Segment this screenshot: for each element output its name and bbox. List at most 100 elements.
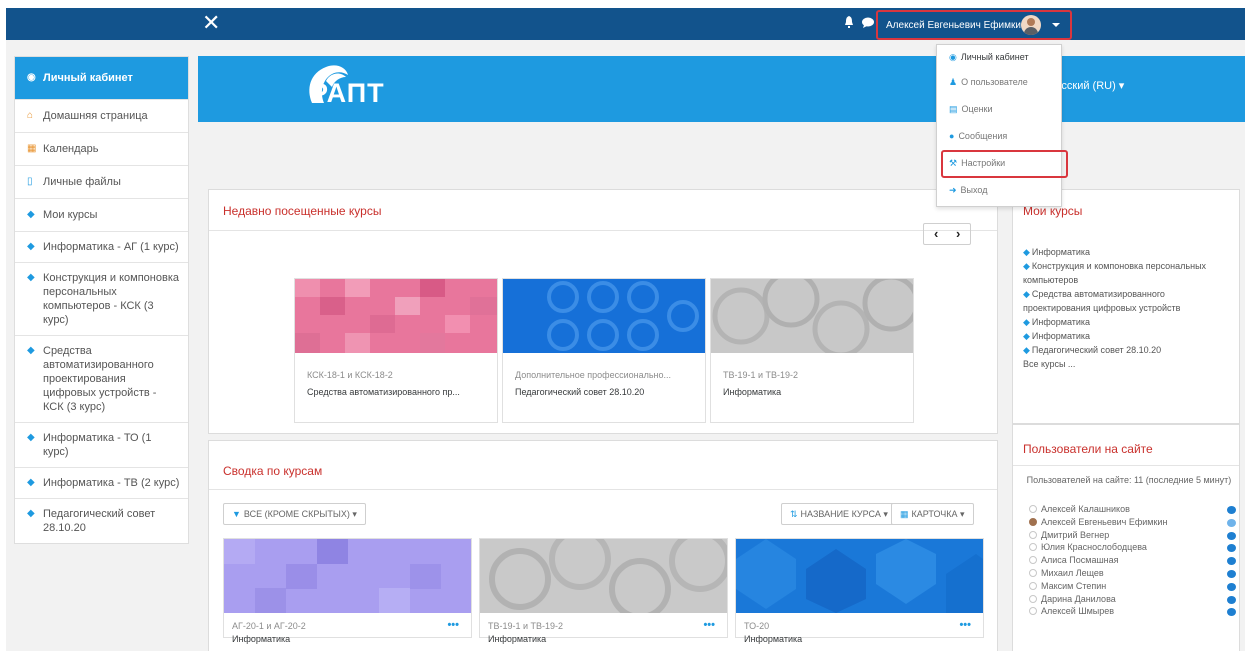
view-dropdown[interactable]: ▦ КАРТОЧКА ▾ xyxy=(891,503,974,525)
user-menu-toggle[interactable]: Алексей Евгеньевич Ефимкин xyxy=(876,10,1072,40)
sidebar-item-home[interactable]: ⌂ Домашняя страница xyxy=(15,100,188,133)
sort-dropdown[interactable]: ⇅ НАЗВАНИЕ КУРСА ▾ xyxy=(781,503,897,525)
my-courses-block: Мои курсы ◆ Информатика ◆ Конструкция и ко… xyxy=(1012,189,1240,424)
chat-icon: ● xyxy=(949,131,955,141)
sidebar-item-course[interactable]: ◆ Информатика - АГ (1 курс) xyxy=(15,232,188,263)
course-card[interactable]: ТО-20 Информатика ••• xyxy=(735,538,984,644)
menu-item-messages[interactable]: ● Сообщения xyxy=(949,131,1007,141)
message-icon[interactable] xyxy=(1227,569,1236,578)
bell-icon[interactable] xyxy=(844,16,854,29)
course-category: ТО-20 xyxy=(744,621,770,631)
online-users-list: Алексей Калашников Алексей Евгеньевич Еф… xyxy=(1029,504,1241,619)
menu-item-dashboard[interactable]: ◉ Личный кабинет xyxy=(949,52,1029,63)
online-users-block: Пользователи на сайте Пользователей на с… xyxy=(1012,424,1240,651)
course-name[interactable]: Педагогический совет 28.10.20 xyxy=(515,387,644,397)
course-category: АГ-20-1 и АГ-20-2 xyxy=(232,621,306,631)
list-item[interactable]: ◆ Конструкция и компоновка персональных к… xyxy=(1023,259,1231,287)
user-icon xyxy=(1029,517,1037,526)
list-item[interactable]: ◆ Информатика xyxy=(1023,329,1231,343)
user-icon xyxy=(1029,594,1037,603)
sidebar-item-dashboard[interactable]: ◉ Личный кабинет xyxy=(15,57,188,100)
sidebar-item-course[interactable]: ◆ Средства автоматизированного проектиро… xyxy=(15,336,188,423)
list-item[interactable]: ◆ Средства автоматизированного проектиров… xyxy=(1023,287,1231,315)
more-actions-icon[interactable]: ••• xyxy=(959,619,971,631)
menu-item-grades[interactable]: ▤ Оценки xyxy=(949,104,993,115)
list-item[interactable]: Михаил Лещев xyxy=(1029,568,1241,581)
graduation-cap-icon: ◆ xyxy=(1023,247,1030,257)
chevron-down-icon xyxy=(1052,23,1060,27)
course-image xyxy=(711,279,913,353)
course-overview-block: Сводка по курсам ▼ ВСЕ (КРОМЕ СКРЫТЫХ) ▾ … xyxy=(208,440,998,651)
view-label: КАРТОЧКА ▾ xyxy=(911,509,965,519)
close-drawer-icon[interactable]: ✕ xyxy=(202,12,220,34)
chevron-right-icon[interactable]: › xyxy=(956,226,960,241)
course-image xyxy=(736,539,983,613)
list-item[interactable]: Дмитрий Вегнер xyxy=(1029,530,1241,543)
list-item[interactable]: Алексей Евгеньевич Ефимкин xyxy=(1029,517,1241,530)
sidebar-item-label: Домашняя страница xyxy=(43,110,148,122)
graduation-cap-icon: ◆ xyxy=(27,272,35,283)
message-icon[interactable] xyxy=(1227,595,1236,604)
preferences-highlight xyxy=(941,150,1068,178)
sidebar-item-private-files[interactable]: ▯ Личные файлы xyxy=(15,166,188,199)
grouping-filter-dropdown[interactable]: ▼ ВСЕ (КРОМЕ СКРЫТЫХ) ▾ xyxy=(223,503,366,525)
sidebar-item-course[interactable]: ◆ Педагогический совет 28.10.20 xyxy=(15,499,188,543)
all-courses-link[interactable]: Все курсы ... xyxy=(1023,357,1231,371)
course-card[interactable]: ТВ-19-1 и ТВ-19-2 Информатика ••• xyxy=(479,538,728,644)
sidebar-item-label: Средства автоматизированного проектирова… xyxy=(43,345,157,413)
sidebar-item-label: Информатика - ТО (1 курс) xyxy=(43,432,152,458)
message-icon[interactable] xyxy=(1227,506,1236,514)
more-actions-icon[interactable]: ••• xyxy=(703,619,715,631)
course-card[interactable]: КСК-18-1 и КСК-18-2 Средства автоматизир… xyxy=(294,278,498,423)
message-icon[interactable] xyxy=(1227,582,1236,591)
user-icon xyxy=(1029,505,1037,513)
graduation-cap-icon: ◆ xyxy=(27,508,35,519)
list-item[interactable]: Алексей Шмырев xyxy=(1029,606,1241,619)
course-card[interactable]: ТВ-19-1 и ТВ-19-2 Информатика xyxy=(710,278,914,423)
sidebar-item-calendar[interactable]: ▦ Календарь xyxy=(15,133,188,166)
chat-icon[interactable] xyxy=(862,17,874,28)
message-icon[interactable] xyxy=(1227,557,1236,566)
list-item[interactable]: Максим Степин xyxy=(1029,581,1241,594)
sidebar-item-course[interactable]: ◆ Информатика - ТО (1 курс) xyxy=(15,423,188,468)
message-icon[interactable] xyxy=(1227,531,1236,540)
sort-icon: ⇅ xyxy=(790,509,798,519)
message-icon[interactable] xyxy=(1227,608,1236,617)
site-header-banner: РАПТ усский (RU) ▾ xyxy=(198,56,1245,122)
course-category: КСК-18-1 и КСК-18-2 xyxy=(307,370,393,380)
graduation-cap-icon: ◆ xyxy=(1023,345,1030,355)
course-name[interactable]: Информатика xyxy=(744,634,802,644)
menu-item-profile[interactable]: ♟ О пользователе xyxy=(949,77,1028,88)
site-logo-text[interactable]: РАПТ xyxy=(310,78,385,109)
block-title: Сводка по курсам xyxy=(223,464,323,478)
course-card[interactable]: Дополнительное профессионально... Педаго… xyxy=(502,278,706,423)
course-name[interactable]: Средства автоматизированного пр... xyxy=(307,387,460,397)
language-selector[interactable]: усский (RU) ▾ xyxy=(1056,79,1124,92)
course-card[interactable]: АГ-20-1 и АГ-20-2 Информатика ••• xyxy=(223,538,472,644)
sidebar-item-my-courses[interactable]: ◆ Мои курсы xyxy=(15,199,188,232)
chevron-left-icon[interactable]: ‹ xyxy=(934,226,938,241)
sidebar-item-course[interactable]: ◆ Конструкция и компоновка персональных … xyxy=(15,263,188,336)
list-item[interactable]: Алиса Посмашная xyxy=(1029,555,1241,568)
block-title: Пользователи на сайте xyxy=(1023,442,1153,456)
list-item[interactable]: ◆ Информатика xyxy=(1023,245,1231,259)
course-name[interactable]: Информатика xyxy=(723,387,781,397)
course-category: ТВ-19-1 и ТВ-19-2 xyxy=(488,621,564,631)
sidebar-item-label: Календарь xyxy=(43,143,99,155)
course-name[interactable]: Информатика xyxy=(232,634,290,644)
list-item[interactable]: Алексей Калашников xyxy=(1029,504,1241,517)
eye-icon[interactable] xyxy=(1227,518,1236,527)
list-item[interactable]: ◆ Информатика xyxy=(1023,315,1231,329)
list-item[interactable]: ◆ Педагогический совет 28.10.20 xyxy=(1023,343,1231,357)
sidebar-item-label: Личный кабинет xyxy=(43,72,133,84)
sidebar-item-course[interactable]: ◆ Информатика - ТВ (2 курс) xyxy=(15,468,188,499)
menu-item-logout[interactable]: ➜ Выход xyxy=(949,185,987,196)
avatar xyxy=(1021,15,1041,35)
user-icon xyxy=(1029,556,1037,565)
more-actions-icon[interactable]: ••• xyxy=(447,619,459,631)
list-item[interactable]: Дарина Данилова xyxy=(1029,594,1241,607)
user-icon xyxy=(1029,530,1037,539)
message-icon[interactable] xyxy=(1227,544,1236,553)
course-name[interactable]: Информатика xyxy=(488,634,546,644)
list-item[interactable]: Юлия Краснослободцева xyxy=(1029,542,1241,555)
